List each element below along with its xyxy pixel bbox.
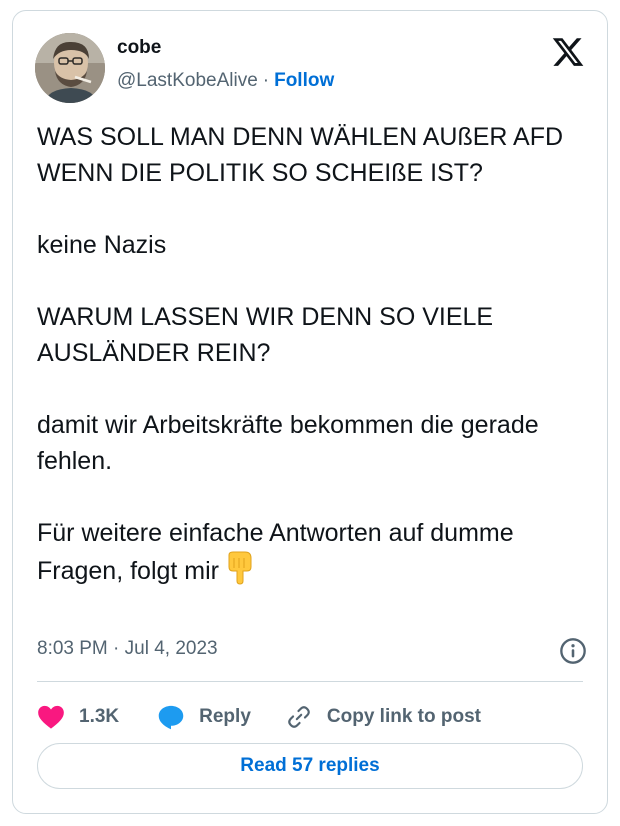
reply-bubble-icon — [158, 705, 184, 730]
heart-icon — [38, 705, 64, 729]
copy-link-button[interactable]: Copy link to post — [285, 704, 481, 730]
read-replies-button[interactable]: Read 57 replies — [37, 743, 583, 789]
divider — [37, 681, 583, 682]
separator-dot: · — [262, 70, 270, 91]
tweet-timestamp[interactable]: 8:03 PM · Jul 4, 2023 — [37, 638, 218, 660]
user-avatar-photo-icon — [35, 33, 105, 103]
like-count: 1.3K — [79, 706, 120, 727]
author-handle[interactable]: @LastKobeAlive — [117, 70, 258, 91]
reply-label: Reply — [199, 706, 251, 727]
copy-link-label: Copy link to post — [326, 706, 481, 727]
tweet-paragraph: keine Nazis — [37, 231, 167, 259]
x-logo-icon[interactable] — [551, 35, 585, 69]
avatar[interactable] — [35, 33, 105, 103]
link-icon — [288, 706, 310, 728]
tweet-paragraph: WARUM LASSEN WIR DENN SO VIELE AUSLÄNDER… — [37, 303, 494, 367]
tweet-card: cobe @LastKobeAlive · Follow WAS SOLL MAN … — [12, 10, 608, 814]
author-handle-row: @LastKobeAlive · Follow — [117, 70, 334, 92]
author-display-name[interactable]: cobe — [117, 37, 161, 59]
info-icon[interactable] — [559, 637, 587, 665]
follow-button[interactable]: Follow — [274, 70, 334, 91]
tweet-paragraph: damit wir Arbeitskräfte bekommen die ger… — [37, 411, 539, 475]
tweet-paragraph: WAS SOLL MAN DENN WÄHLEN AUßER AFD WENN … — [37, 123, 564, 187]
tweet-paragraph-text: Für weitere einfache Antworten auf dumme… — [37, 519, 514, 585]
like-button[interactable]: 1.3K — [37, 704, 119, 730]
reply-button[interactable]: Reply — [157, 704, 251, 730]
tweet-text: WAS SOLL MAN DENN WÄHLEN AUßER AFD WENN … — [37, 119, 593, 595]
pointing-down-emoji-icon — [225, 551, 255, 595]
action-bar: 1.3K Reply Copy link to post — [37, 697, 481, 737]
tweet-paragraph-last: Für weitere einfache Antworten auf dumme… — [37, 515, 593, 595]
